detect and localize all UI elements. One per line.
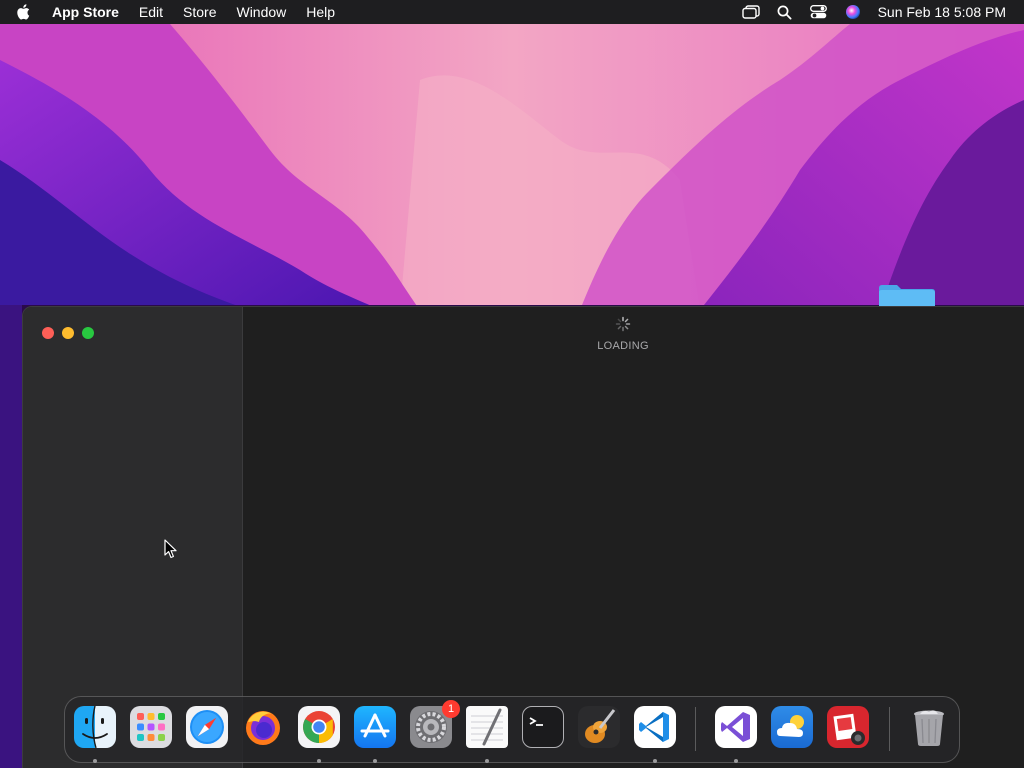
menu-edit[interactable]: Edit [129,0,173,24]
zoom-window-button[interactable] [82,327,94,339]
terminal-icon[interactable] [520,704,566,750]
mouse-cursor-icon [164,539,177,559]
menu-window[interactable]: Window [226,0,296,24]
loading-indicator: LOADING [597,316,649,352]
loading-label: LOADING [597,340,649,352]
vscode-icon[interactable] [632,704,678,763]
notification-badge: 1 [442,700,460,718]
close-window-button[interactable] [42,327,54,339]
control-center-icon[interactable] [802,0,836,24]
finder-icon[interactable] [72,704,118,763]
garageband-icon[interactable] [576,704,622,750]
visual-studio-icon[interactable] [713,704,759,763]
textedit-icon[interactable] [464,704,510,763]
minimize-window-button[interactable] [62,327,74,339]
weather-icon[interactable] [769,704,815,750]
system-preferences-icon[interactable]: 1 [408,700,460,750]
window-controls [42,327,94,339]
spinner-icon [615,316,631,332]
safari-icon[interactable] [184,704,230,750]
desktop-folder-icon[interactable] [877,282,937,308]
menu-help[interactable]: Help [296,0,345,24]
apple-menu-icon[interactable] [16,0,38,24]
dock-separator [695,707,696,751]
firefox-icon[interactable] [240,704,286,750]
menu-store[interactable]: Store [173,0,226,24]
siri-icon[interactable] [836,0,870,24]
launchpad-icon[interactable] [128,704,174,750]
menu-bar: App Store Edit Store Window Help Sun Feb… [0,0,1024,24]
search-icon[interactable] [768,0,802,24]
screen-mirroring-icon[interactable] [734,0,768,24]
dock-separator [889,707,890,751]
menu-bar-clock[interactable]: Sun Feb 18 5:08 PM [878,4,1006,20]
app-store-icon[interactable] [352,704,398,763]
chrome-icon[interactable] [296,704,342,763]
dock: 1 [64,696,960,763]
trash-icon[interactable] [906,704,952,750]
photo-booth-icon[interactable] [825,704,871,750]
menu-app-name[interactable]: App Store [42,0,129,24]
